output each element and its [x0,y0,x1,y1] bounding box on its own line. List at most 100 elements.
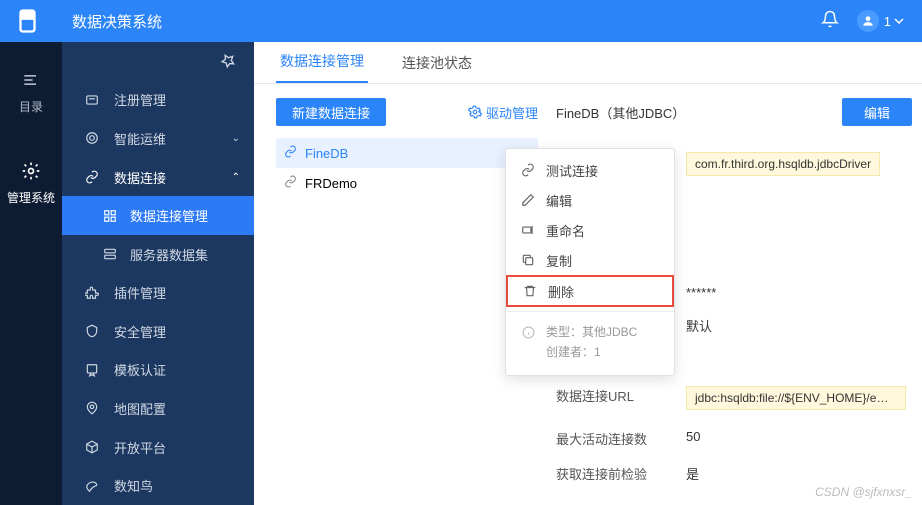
edit-button[interactable]: 编辑 [842,98,912,126]
prop-label: 最大活动连接数 [556,429,686,448]
context-menu: 测试连接 编辑 重命名 复制 删除 类型：其他JDBC 创建者：1 [505,148,675,376]
tab-data-conn-mgmt[interactable]: 数据连接管理 [276,51,368,83]
ctx-test-conn[interactable]: 测试连接 [506,155,674,185]
certificate-icon [84,363,100,377]
prop-value: 默认 [686,316,912,335]
radar-icon [84,131,100,145]
menu-plugin[interactable]: 插件管理 [62,273,254,312]
submenu-server-dataset[interactable]: 服务器数据集 [62,235,254,274]
chevron-down-icon: ⌄ [232,133,240,144]
menu-label: 数据连接 [114,168,232,187]
conn-list-panel: 新建数据连接 驱动管理 FineDB ⋯ FRDemo [276,98,538,505]
ctx-type-label: 类型：其他JDBC [546,322,637,342]
menu-knowledge[interactable]: 数知鸟 [62,466,254,505]
chevron-down-icon [894,16,904,26]
top-header: 数据决策系统 1 [0,0,922,42]
server-icon [102,247,118,261]
rail-label: 目录 [19,98,43,115]
rail-system[interactable]: 管理系统 [7,161,55,206]
menu-label: 模板认证 [114,360,240,379]
menu-label: 开放平台 [114,438,240,457]
menu-template-auth[interactable]: 模板认证 [62,351,254,390]
tab-row: 数据连接管理 连接池状态 [254,42,922,84]
submenu-data-conn-mgmt[interactable]: 数据连接管理 [62,196,254,235]
ctx-label: 删除 [548,282,574,301]
box-icon [84,440,100,454]
drive-mgmt-label: 驱动管理 [486,103,538,122]
map-icon [84,401,100,415]
divider [506,311,674,312]
pin-icon[interactable] [220,53,236,69]
rail-directory[interactable]: 目录 [19,70,43,115]
link-icon [284,175,297,191]
prop-value: 是 [686,464,912,483]
prop-value: jdbc:hsqldb:file://${ENV_HOME}/emb... [686,386,912,413]
list-icon [21,70,41,93]
tab-pool-status[interactable]: 连接池状态 [398,53,476,83]
conn-item-finedb[interactable]: FineDB ⋯ [276,138,538,168]
rename-icon [520,223,536,237]
prop-value: ****** [686,285,912,300]
menu-panel: 注册管理 智能运维⌄ 数据连接⌃ 数据连接管理 服务器数据集 插件管理 安全管理… [62,42,254,505]
prop-value: com.fr.third.org.hsqldb.jdbcDriver [686,152,912,179]
ctx-label: 测试连接 [546,161,598,180]
bell-icon[interactable] [821,10,839,33]
submenu-label: 数据连接管理 [130,206,208,225]
ctx-delete[interactable]: 删除 [506,275,674,307]
puzzle-icon [84,286,100,300]
menu-label: 安全管理 [114,322,240,341]
pin-row [62,42,254,81]
bird-icon [84,479,100,493]
trash-icon [522,284,538,298]
menu-register[interactable]: 注册管理 [62,81,254,120]
user-label: 1 [884,14,891,29]
pencil-icon [520,193,536,207]
menu-label: 插件管理 [114,283,240,302]
conn-item-frdemo[interactable]: FRDemo [276,168,538,198]
avatar [857,10,879,32]
rail-label: 管理系统 [7,189,55,206]
menu-map-config[interactable]: 地图配置 [62,389,254,428]
prop-label: 数据连接URL [556,386,686,413]
card-icon [84,93,100,107]
gear-icon [21,161,41,184]
link-icon [84,170,100,184]
link-icon [284,145,297,161]
menu-label: 地图配置 [114,399,240,418]
rail-nav: 目录 管理系统 [0,42,62,505]
ctx-creator-label: 创建者：1 [520,342,660,362]
ctx-label: 编辑 [546,191,572,210]
grid-icon [102,209,118,223]
menu-label: 智能运维 [114,129,232,148]
conn-label: FineDB [305,146,348,161]
conn-label: FRDemo [305,176,357,191]
menu-data-conn[interactable]: 数据连接⌃ [62,158,254,197]
ctx-edit[interactable]: 编辑 [506,185,674,215]
user-menu[interactable]: 1 [857,10,904,32]
ctx-label: 重命名 [546,221,585,240]
copy-icon [520,253,536,267]
ctx-info: 类型：其他JDBC 创建者：1 [506,316,674,369]
gear-icon [468,105,482,119]
shield-icon [84,324,100,338]
menu-security[interactable]: 安全管理 [62,312,254,351]
logo [0,0,62,42]
app-title: 数据决策系统 [72,11,162,32]
prop-label: 获取连接前检验 [556,464,686,483]
submenu-label: 服务器数据集 [130,245,208,264]
drive-mgmt-link[interactable]: 驱动管理 [468,103,538,122]
conn-title: FineDB（其他JDBC） [556,103,685,122]
link-icon [520,163,536,177]
ctx-copy[interactable]: 复制 [506,245,674,275]
ctx-rename[interactable]: 重命名 [506,215,674,245]
menu-label: 数知鸟 [114,476,240,495]
watermark: CSDN @sjfxnxsr_ [815,485,912,499]
chevron-up-icon: ⌃ [232,172,240,183]
menu-open-platform[interactable]: 开放平台 [62,428,254,467]
info-icon [520,326,536,339]
menu-smart-ops[interactable]: 智能运维⌄ [62,119,254,158]
new-conn-button[interactable]: 新建数据连接 [276,98,386,126]
ctx-label: 复制 [546,251,572,270]
menu-label: 注册管理 [114,90,240,109]
prop-value: 50 [686,429,912,448]
